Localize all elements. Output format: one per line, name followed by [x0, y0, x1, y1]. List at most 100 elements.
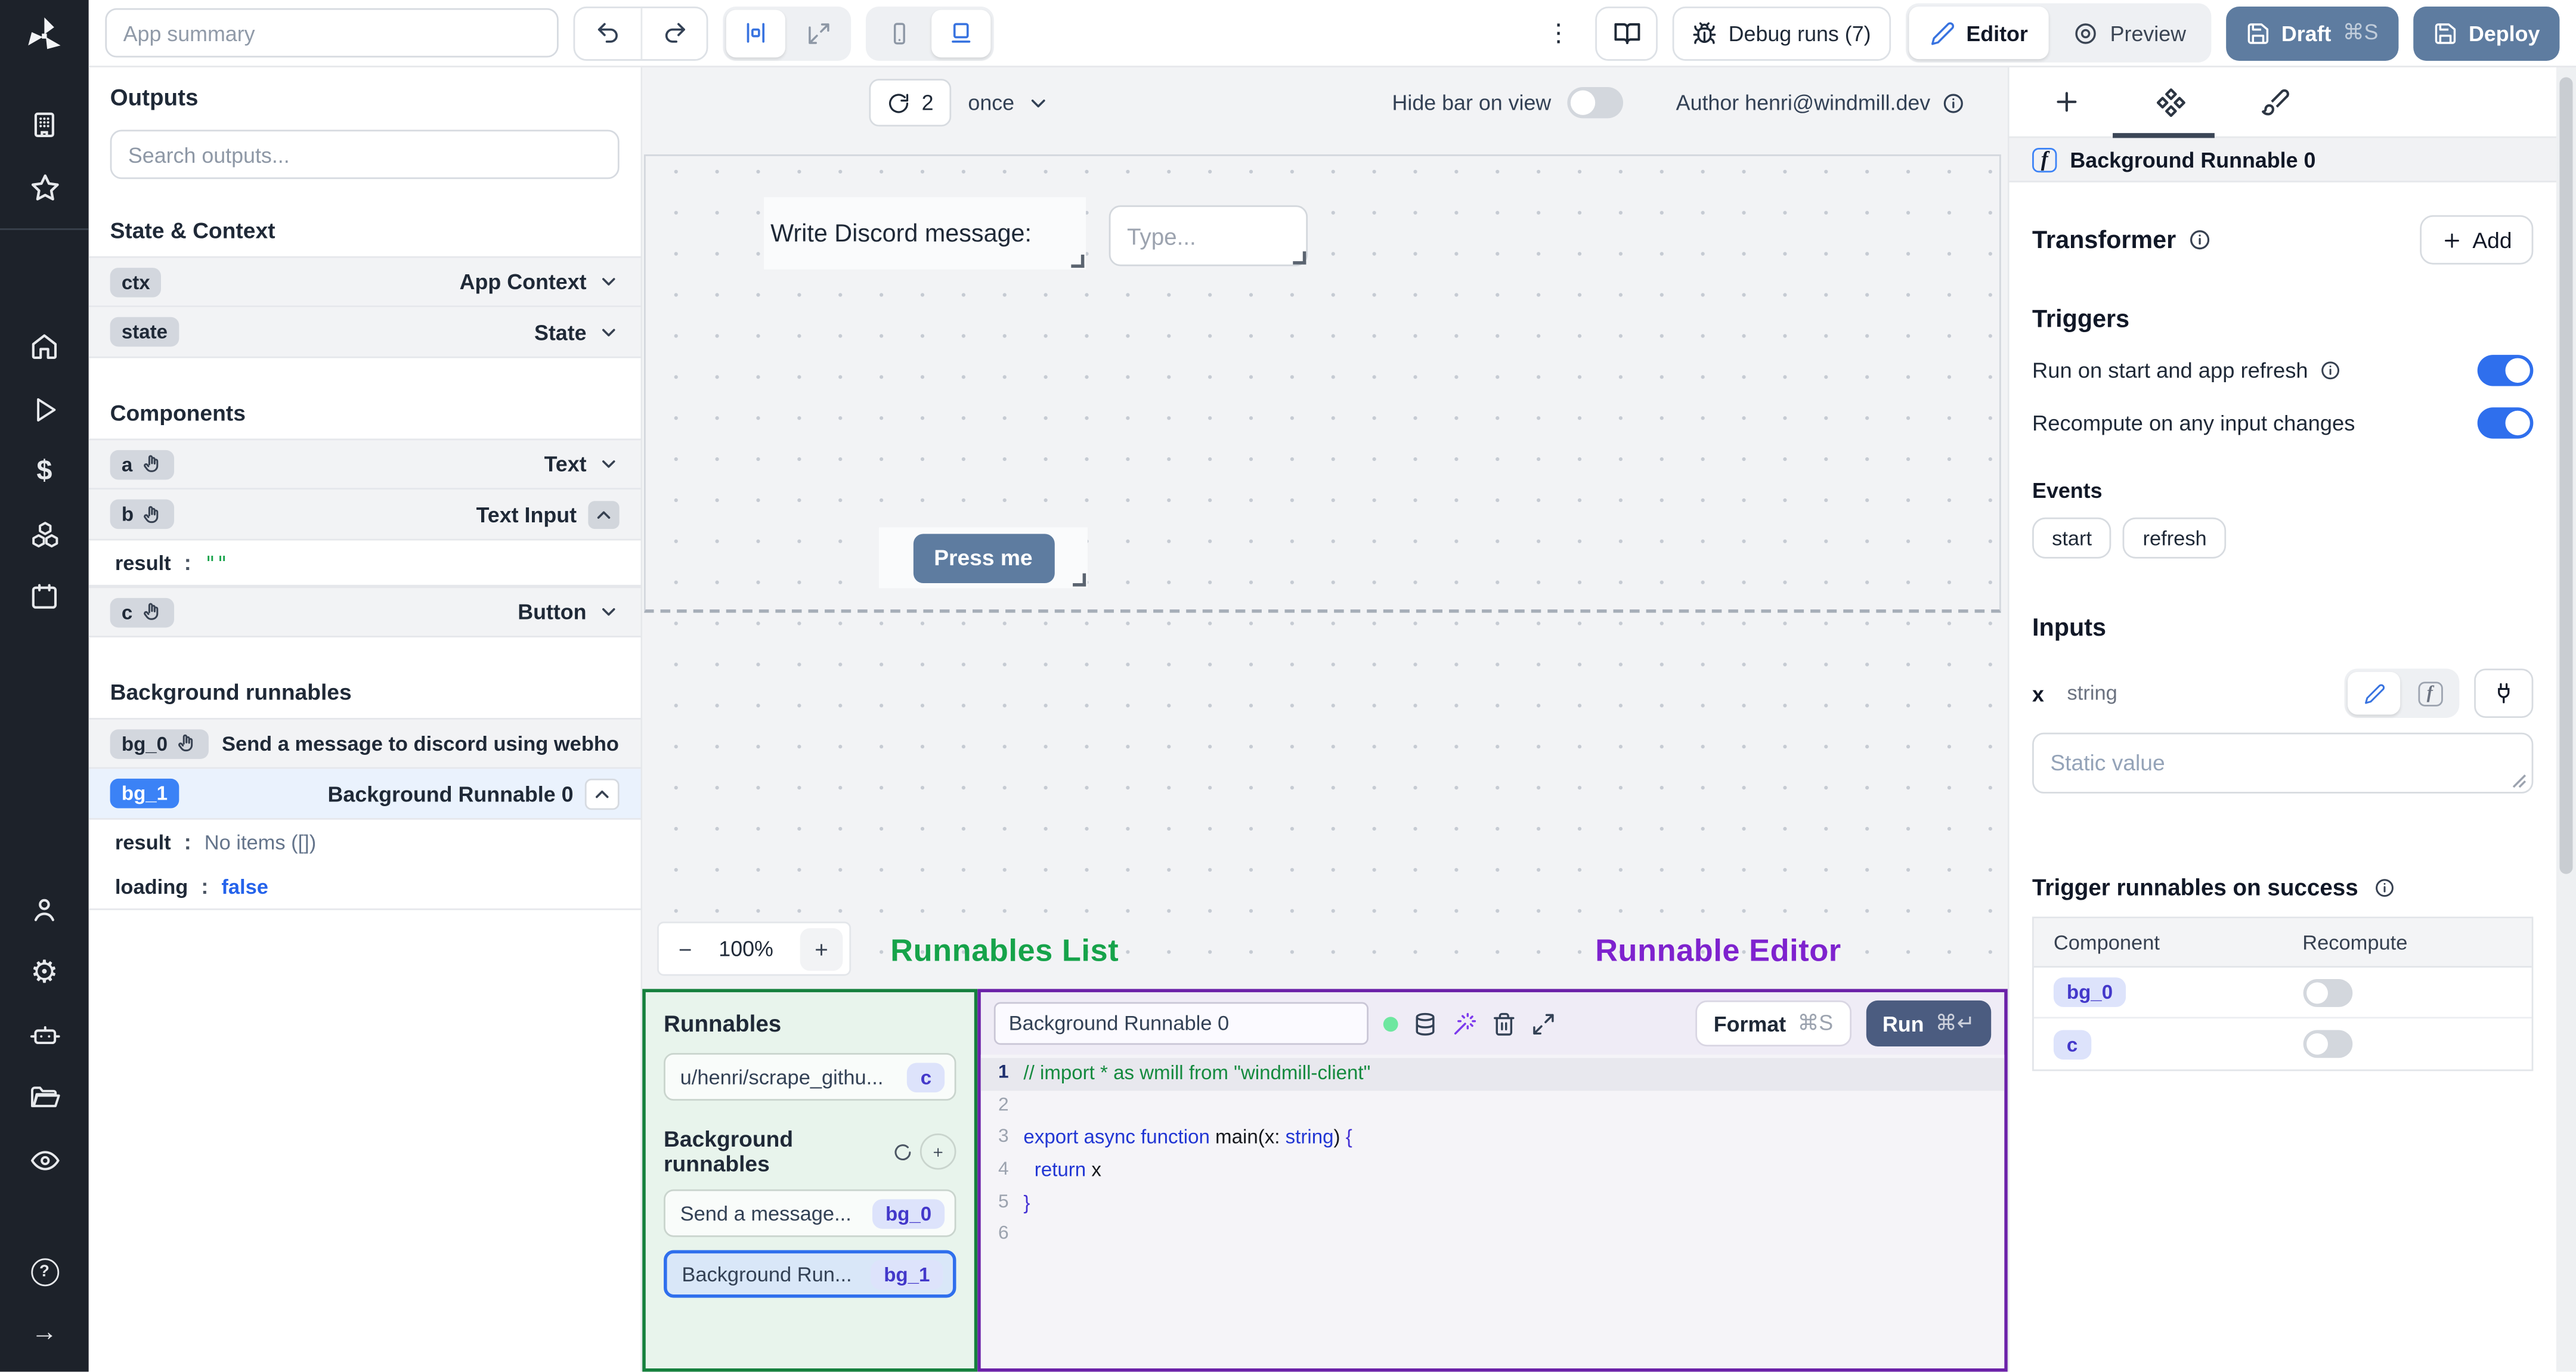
event-chip-start[interactable]: start [2032, 517, 2112, 559]
runnable-name: Background Run... [682, 1262, 852, 1286]
format-button[interactable]: Format ⌘S [1695, 1000, 1852, 1046]
search-outputs-input[interactable] [110, 129, 620, 179]
output-row-state[interactable]: state State [88, 307, 641, 358]
draft-button[interactable]: Draft ⌘S [2225, 5, 2398, 60]
resize-handle[interactable] [1071, 255, 1085, 268]
run-on-start-toggle[interactable] [2477, 355, 2534, 386]
insert-component-tab[interactable] [2052, 87, 2082, 117]
runnable-item-bg1-selected[interactable]: Background Run... bg_1 [664, 1250, 956, 1298]
dollar-icon[interactable]: $ [0, 440, 89, 503]
resources-boxes-icon[interactable] [0, 503, 89, 565]
static-value-input[interactable]: Static value [2032, 732, 2534, 794]
resize-handle[interactable] [1073, 573, 1086, 587]
resize-grip-icon[interactable] [2512, 774, 2527, 789]
docs-button[interactable] [1595, 5, 1658, 60]
schedules-calendar-icon[interactable] [0, 565, 89, 628]
styling-tab[interactable] [2261, 87, 2290, 117]
chevron-down-icon[interactable] [598, 453, 620, 475]
recompute-any-toggle[interactable] [2477, 407, 2534, 439]
home-icon[interactable] [0, 315, 89, 378]
zoom-out-button[interactable]: − [679, 936, 692, 962]
component-icon [2156, 88, 2185, 117]
bg0-badge: bg_0 [110, 728, 209, 758]
zoom-level: 100% [719, 936, 773, 961]
help-icon[interactable]: ? [0, 1240, 89, 1303]
desktop-view-button[interactable] [931, 9, 991, 57]
connect-plug-button[interactable] [2474, 668, 2534, 718]
code-editor[interactable]: 1// import * as wmill from "windmill-cli… [980, 1054, 2005, 1368]
workspace-building-icon[interactable] [0, 94, 89, 156]
app-summary-input[interactable] [105, 8, 559, 58]
output-row-ctx[interactable]: ctx App Context [88, 256, 641, 308]
expression-mode-button[interactable]: f [2404, 672, 2456, 715]
runnable-item-bg0[interactable]: Send a message... bg_0 [664, 1189, 956, 1237]
cache-database-icon[interactable] [1413, 1011, 1437, 1036]
output-row-b[interactable]: b Text Input [88, 490, 641, 541]
output-row-bg1[interactable]: bg_1 Background Runnable 0 [88, 769, 641, 820]
textinput-component[interactable] [1109, 205, 1308, 267]
output-row-c[interactable]: c Button [88, 586, 641, 637]
redo-button[interactable] [640, 7, 706, 58]
output-row-a[interactable]: a Text [88, 438, 641, 490]
c-recompute-toggle[interactable] [2302, 1030, 2352, 1058]
b-type: Text Input [476, 501, 577, 527]
b-badge: b [110, 499, 175, 529]
tab-editor[interactable]: Editor [1908, 7, 2049, 60]
chevron-up-icon[interactable] [584, 778, 620, 809]
more-menu-button[interactable]: ⋮ [1536, 18, 1580, 48]
collapse-arrow-right-icon[interactable]: → [0, 1303, 89, 1365]
refresh-count-button[interactable]: 2 [869, 79, 952, 127]
deploy-button[interactable]: Deploy [2413, 5, 2560, 60]
active-tab-underline [2113, 133, 2215, 138]
run-button[interactable]: Run ⌘↵ [1866, 1000, 1992, 1046]
expand-icon[interactable] [1531, 1011, 1556, 1036]
resize-handle[interactable] [1293, 251, 1306, 265]
bottom-panels: Runnables u/henri/scrape_githu... c Back… [642, 989, 2008, 1372]
button-component[interactable]: Press me [878, 527, 1088, 589]
trigger-success-title: Trigger runnables on success [2032, 874, 2533, 900]
add-transformer-button[interactable]: Add [2420, 215, 2534, 265]
component-settings-tab[interactable] [2156, 87, 2187, 118]
runnable-item-script[interactable]: u/henri/scrape_githu... c [664, 1053, 956, 1101]
static-mode-button[interactable] [2348, 671, 2401, 715]
preview-eye-icon [2076, 22, 2097, 44]
chevron-down-icon[interactable] [598, 601, 620, 622]
ai-wand-icon[interactable] [1453, 1011, 1477, 1036]
canvas-text-input[interactable] [1109, 205, 1308, 267]
selected-runnable-header[interactable]: f Background Runnable 0 [2009, 138, 2556, 182]
runnable-name-input[interactable] [993, 1002, 1368, 1045]
text-component[interactable]: Write Discord message: [764, 197, 1086, 270]
output-row-bg0[interactable]: bg_0 Send a message to discord using web… [88, 717, 641, 769]
audit-eye-icon[interactable] [0, 1129, 89, 1191]
canvas-grid[interactable]: Write Discord message: Press me − 100% [642, 138, 2008, 989]
hide-bar-toggle[interactable] [1567, 87, 1624, 119]
debug-runs-button[interactable]: Debug runs (7) [1672, 5, 1891, 60]
runs-play-icon[interactable] [0, 378, 89, 441]
windmill-logo-icon[interactable] [23, 15, 66, 58]
delete-trash-icon[interactable] [1492, 1011, 1516, 1036]
chevron-down-icon[interactable] [598, 321, 620, 343]
folder-open-icon[interactable] [0, 1066, 89, 1129]
schedule-dropdown[interactable]: once [968, 91, 1050, 115]
center-align-button[interactable] [726, 9, 785, 57]
mobile-view-button[interactable] [869, 9, 928, 57]
favorites-star-icon[interactable] [0, 156, 89, 219]
settings-gear-icon[interactable]: ⚙ [0, 941, 89, 1004]
user-icon[interactable] [0, 879, 89, 941]
add-bg-runnable-button[interactable] [919, 1133, 956, 1170]
page-scrollbar[interactable] [2556, 67, 2576, 1372]
save-icon [2247, 22, 2268, 44]
undo-button[interactable] [575, 7, 640, 58]
press-me-button[interactable]: Press me [912, 533, 1054, 583]
chevron-up-icon[interactable] [588, 500, 620, 528]
fullscreen-button[interactable] [788, 9, 847, 57]
workers-robot-icon[interactable] [0, 1004, 89, 1066]
zoom-in-button[interactable]: + [800, 927, 843, 970]
event-chip-refresh[interactable]: refresh [2123, 517, 2227, 559]
a-type: Text [544, 451, 587, 476]
scrollbar-thumb[interactable] [2559, 77, 2573, 874]
bg0-recompute-toggle[interactable] [2302, 978, 2352, 1006]
plug-icon [2498, 683, 2510, 704]
chevron-down-icon[interactable] [598, 271, 620, 293]
tab-preview[interactable]: Preview [2052, 7, 2207, 59]
